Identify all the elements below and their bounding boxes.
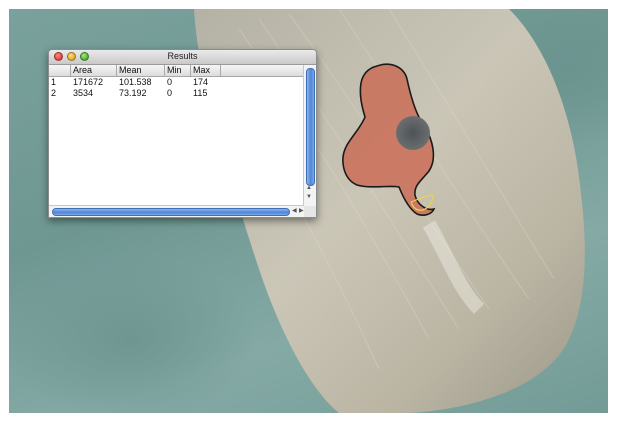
cell-area: 171672 [73,77,104,87]
column-header-area[interactable]: Area [71,65,117,76]
resize-corner[interactable] [304,206,316,217]
vertical-scrollbar[interactable]: ▲ ▼ [303,65,316,206]
cell-area: 3534 [73,88,94,98]
cell-max: 115 [193,88,208,98]
cell-min: 0 [167,88,173,98]
row-index: 2 [51,88,57,98]
arrow-right-icon[interactable]: ▶ [299,207,304,214]
column-header-min[interactable]: Min [165,65,191,76]
column-header-index[interactable] [49,65,71,76]
table-header: Area Mean Min Max [49,65,304,77]
row-index: 1 [51,77,57,87]
dark-spot [396,116,430,150]
cell-max: 174 [193,77,209,87]
cell-min: 0 [167,77,173,87]
results-table: Area Mean Min Max 1 171672 101.538 0 174… [49,65,304,206]
cell-mean: 73.192 [119,88,147,98]
arrow-left-icon[interactable]: ◀ [292,207,297,214]
window-titlebar[interactable]: Results [49,50,316,65]
column-header-mean[interactable]: Mean [117,65,165,76]
cell-mean: 101.538 [119,77,152,87]
arrow-up-icon[interactable]: ▲ [306,185,312,191]
vertical-scroll-thumb[interactable] [306,68,315,186]
arrow-down-icon[interactable]: ▼ [306,194,312,200]
horizontal-scroll-thumb[interactable] [52,208,290,216]
horizontal-scrollbar[interactable]: ◀ ▶ [49,205,304,217]
results-window[interactable]: Results Area Mean Min Max 1 171672 101.5… [48,49,317,218]
window-title: Results [167,51,198,61]
column-header-max[interactable]: Max [191,65,221,76]
